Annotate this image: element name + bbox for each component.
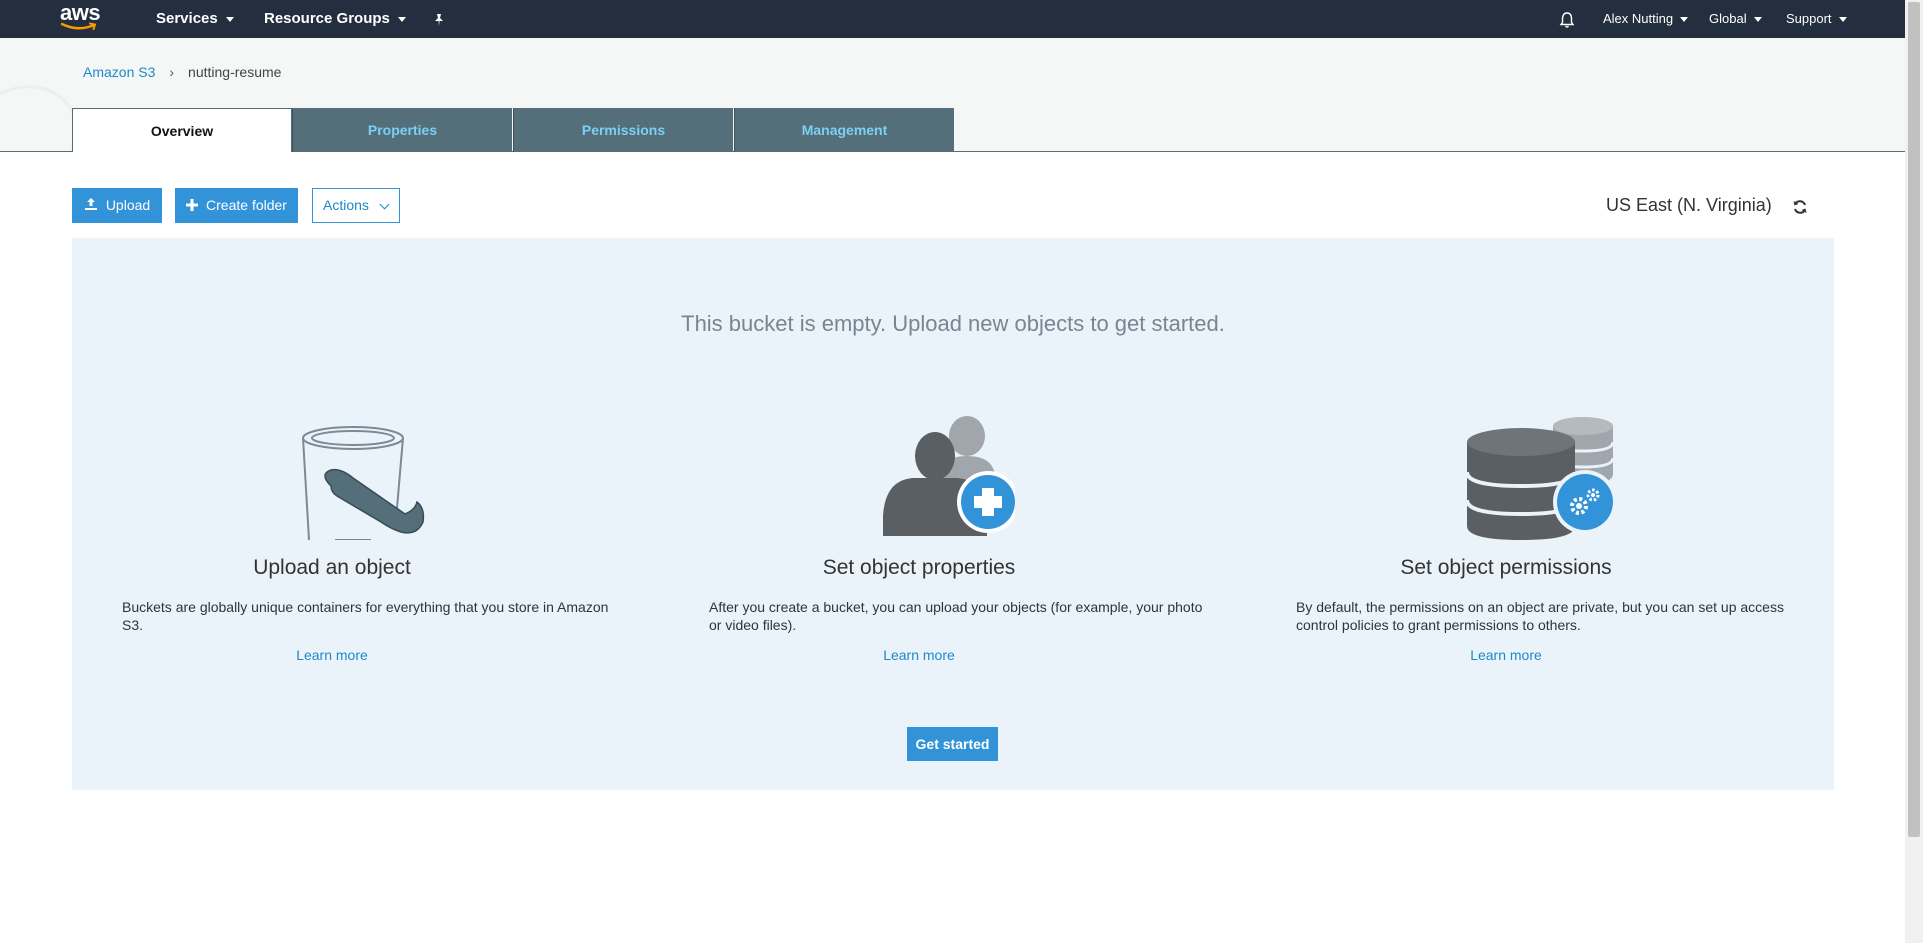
scrollbar-thumb[interactable] (1908, 2, 1920, 837)
upload-object-heading: Upload an object (253, 556, 411, 579)
pin-button[interactable] (432, 0, 446, 38)
chevron-down-icon (397, 16, 406, 22)
region-menu-label: Global (1709, 11, 1747, 26)
set-object-properties-description: After you create a bucket, you can uploa… (709, 599, 1203, 633)
upload-label: Upload (105, 197, 151, 213)
actions-label: Actions (323, 197, 369, 213)
region-menu[interactable]: Global (1709, 0, 1762, 38)
set-object-properties-heading: Set object properties (822, 556, 1016, 579)
upload-object-learn-more-link[interactable]: Learn more (72, 647, 592, 663)
plus-icon (186, 189, 199, 224)
database-settings-icon (1463, 416, 1623, 540)
tab-management[interactable]: Management (734, 108, 954, 152)
account-menu[interactable]: Alex Nutting (1603, 0, 1689, 38)
actions-dropdown[interactable]: Actions (312, 188, 400, 223)
services-menu[interactable]: Services (156, 0, 234, 38)
breadcrumb-current-bucket: nutting-resume (188, 64, 282, 80)
support-menu[interactable]: Support (1786, 0, 1847, 38)
set-object-permissions-heading: Set object permissions (1400, 556, 1612, 579)
upload-object-description: Buckets are globally unique containers f… (122, 599, 609, 633)
tab-properties[interactable]: Properties (292, 108, 512, 152)
refresh-icon (1793, 200, 1807, 214)
empty-bucket-message: This bucket is empty. Upload new objects… (681, 311, 1225, 336)
breadcrumb: Amazon S3 › nutting-resume (83, 64, 281, 80)
resource-groups-menu[interactable]: Resource Groups (264, 0, 406, 38)
chevron-down-icon (379, 199, 390, 210)
support-label: Support (1786, 11, 1832, 26)
set-object-permissions-description: By default, the permissions on an object… (1296, 599, 1784, 633)
tab-overview[interactable]: Overview (72, 108, 292, 152)
create-folder-label: Create folder (206, 197, 287, 213)
pin-icon (435, 14, 443, 27)
chevron-down-icon (1680, 17, 1689, 23)
bucket-icon (285, 416, 435, 541)
chevron-down-icon (225, 16, 234, 22)
set-object-permissions-learn-more-link[interactable]: Learn more (1246, 647, 1766, 663)
page-scrollbar[interactable] (1905, 0, 1923, 943)
notifications-button[interactable] (1559, 0, 1575, 38)
chevron-down-icon (1838, 17, 1847, 23)
empty-bucket-panel: This bucket is empty. Upload new objects… (72, 238, 1834, 790)
top-nav: aws Services Resource Groups Alex Nuttin… (0, 0, 1905, 38)
services-label: Services (156, 10, 218, 27)
region-label: US East (N. Virginia) (1606, 195, 1772, 215)
refresh-button[interactable] (1792, 199, 1808, 217)
tab-permissions[interactable]: Permissions (513, 108, 733, 152)
resource-groups-label: Resource Groups (264, 10, 390, 27)
aws-smile-icon (60, 22, 97, 30)
create-folder-button[interactable]: Create folder (175, 188, 298, 223)
breadcrumb-amazon-s3-link[interactable]: Amazon S3 (83, 64, 155, 80)
account-name: Alex Nutting (1603, 11, 1674, 26)
bell-icon (1559, 11, 1575, 28)
aws-logo-text: aws (60, 0, 101, 25)
chevron-down-icon (1753, 17, 1762, 23)
breadcrumb-separator: › (169, 64, 175, 80)
aws-logo[interactable]: aws (60, 0, 104, 33)
page-header: Amazon S3 › nutting-resume Overview Proper… (0, 38, 1905, 152)
upload-icon (84, 189, 98, 224)
get-started-button[interactable]: Get started (907, 727, 998, 761)
users-add-icon (865, 416, 1019, 540)
set-object-properties-learn-more-link[interactable]: Learn more (659, 647, 1179, 663)
upload-button[interactable]: Upload (72, 188, 162, 223)
